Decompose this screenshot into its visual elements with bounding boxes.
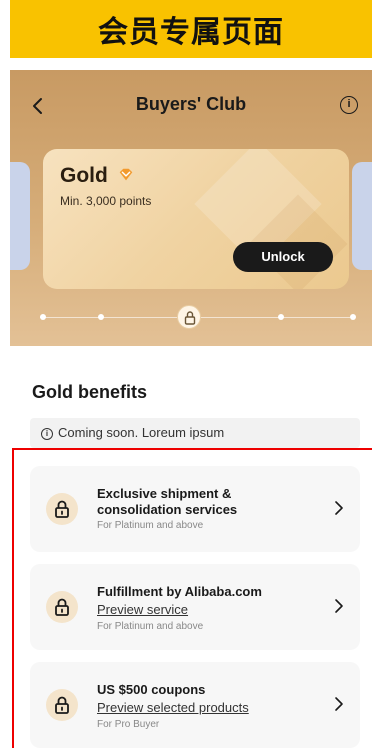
progress-step[interactable] — [278, 314, 284, 320]
info-icon[interactable]: i — [340, 96, 358, 114]
page-title: Buyers' Club — [135, 94, 247, 114]
nav-bar: Buyers' Club i — [10, 88, 372, 124]
tier-requirement: Min. 3,000 points — [60, 194, 152, 208]
preview-service-link[interactable]: Preview service — [97, 601, 317, 619]
prev-tier-card[interactable] — [10, 162, 30, 270]
tier-card: Gold Min. 3,000 points Unlock — [43, 149, 349, 289]
progress-step[interactable] — [40, 314, 46, 320]
benefit-note: For Platinum and above — [97, 520, 204, 531]
benefit-title: US $500 coupons — [97, 682, 206, 697]
notice-bar: i Coming soon. Loreum ipsum — [30, 418, 360, 448]
benefit-title: Exclusive shipment & consolidation servi… — [97, 486, 238, 517]
benefit-item[interactable]: US $500 coupons Preview selected product… — [30, 662, 360, 748]
notice-text: Coming soon. Loreum ipsum — [58, 425, 225, 440]
preview-products-link[interactable]: Preview selected products — [97, 699, 317, 717]
chevron-right-icon[interactable] — [334, 500, 344, 516]
benefit-text: Fulfillment by Alibaba.com Preview servi… — [97, 584, 317, 632]
benefit-item[interactable]: Exclusive shipment & consolidation servi… — [30, 466, 360, 552]
progress-step[interactable] — [350, 314, 356, 320]
tier-progress — [40, 305, 356, 329]
page-banner: 会员专属页面 — [10, 0, 372, 58]
hero-header: Buyers' Club i Gold Min. 3,000 points Un… — [10, 70, 372, 346]
chevron-right-icon[interactable] — [334, 598, 344, 614]
section-title: Gold benefits — [32, 382, 148, 402]
banner-title: 会员专属页面 — [98, 15, 284, 50]
benefit-note: For Pro Buyer — [97, 719, 160, 730]
benefit-text: US $500 coupons Preview selected product… — [97, 682, 317, 730]
diamond-icon — [119, 168, 133, 181]
tier-name: Gold — [60, 164, 108, 187]
chevron-right-icon[interactable] — [334, 696, 344, 712]
unlock-button[interactable]: Unlock — [233, 242, 333, 272]
benefit-title: Fulfillment by Alibaba.com — [97, 584, 262, 599]
lock-icon — [46, 591, 78, 623]
benefit-item[interactable]: Fulfillment by Alibaba.com Preview servi… — [30, 564, 360, 650]
info-icon: i — [41, 427, 53, 440]
next-tier-card[interactable] — [352, 162, 372, 270]
benefit-text: Exclusive shipment & consolidation servi… — [97, 486, 317, 531]
lock-icon — [46, 493, 78, 525]
lock-icon — [46, 689, 78, 721]
app-screen: Buyers' Club i Gold Min. 3,000 points Un… — [10, 70, 372, 748]
benefit-note: For Platinum and above — [97, 621, 204, 632]
progress-step[interactable] — [98, 314, 104, 320]
lock-icon[interactable] — [177, 305, 201, 329]
